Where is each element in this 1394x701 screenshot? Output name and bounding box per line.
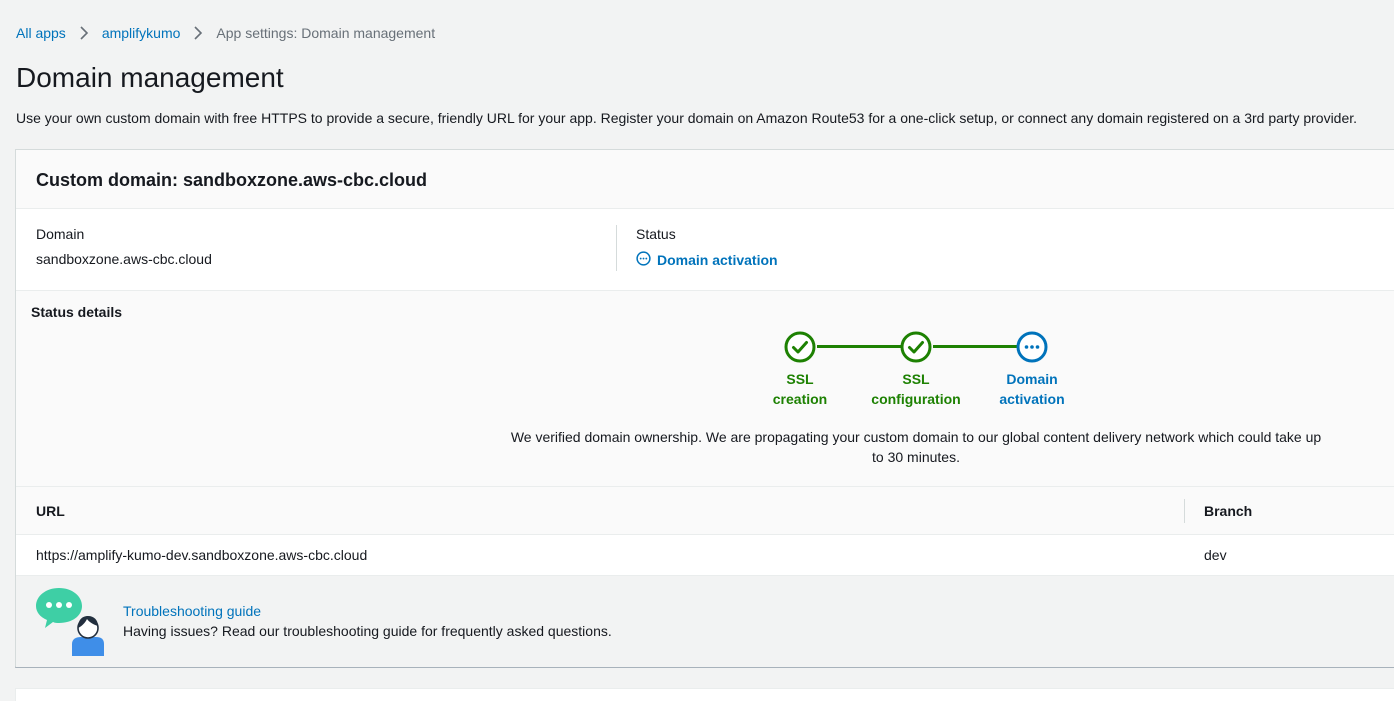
branch-cell: dev [1204, 547, 1227, 563]
domain-field: Domain sandboxzone.aws-cbc.cloud [36, 209, 596, 290]
in-progress-circle-icon [1016, 331, 1048, 363]
domain-value: sandboxzone.aws-cbc.cloud [36, 251, 212, 267]
step-connector [933, 345, 1017, 348]
troubleshooting-panel: Troubleshooting guide Having issues? Rea… [16, 576, 1394, 667]
step-ssl-configuration: SSL configuration [871, 371, 961, 407]
breadcrumb-all-apps[interactable]: All apps [16, 25, 66, 41]
troubleshooting-text: Having issues? Read our troubleshooting … [123, 623, 612, 639]
table-row: https://amplify-kumo-dev.sandboxzone.aws… [16, 535, 1394, 576]
status-link[interactable]: Domain activation [636, 251, 778, 269]
status-field: Status Domain activation [636, 209, 1136, 290]
custom-domain-card: Custom domain: sandboxzone.aws-cbc.cloud… [15, 149, 1394, 668]
column-divider [616, 225, 617, 271]
url-cell: https://amplify-kumo-dev.sandboxzone.aws… [36, 547, 368, 563]
status-message: We verified domain ownership. We are pro… [510, 429, 1322, 465]
column-header-branch[interactable]: Branch [1204, 503, 1252, 519]
custom-domain-title: Custom domain: sandboxzone.aws-cbc.cloud [36, 170, 428, 190]
status-stepper: SSL creation SSL configuration Domain activ… [16, 291, 1394, 411]
step-connector [817, 345, 901, 348]
domain-label: Domain [36, 226, 85, 242]
step-domain-activation: Domain activation [999, 371, 1065, 407]
column-divider [1184, 499, 1185, 523]
card-header: Custom domain: sandboxzone.aws-cbc.cloud [16, 150, 1394, 209]
check-circle-icon [900, 331, 932, 363]
page-description: Use your own custom domain with free HTT… [16, 110, 1358, 126]
status-label: Status [636, 226, 676, 242]
chevron-right-icon [66, 26, 102, 40]
breadcrumb: All apps amplifykumo App settings: Domai… [16, 25, 435, 41]
troubleshooting-guide-link[interactable]: Troubleshooting guide [123, 603, 261, 619]
status-value: Domain activation [657, 252, 778, 268]
status-details: Status details SSL creation SSL configurat… [16, 290, 1394, 486]
step-ssl-creation: SSL creation [772, 371, 828, 407]
next-card [15, 688, 1394, 701]
breadcrumb-app[interactable]: amplifykumo [102, 25, 181, 41]
in-progress-icon [636, 251, 651, 269]
chevron-right-icon [180, 26, 216, 40]
breadcrumb-current: App settings: Domain management [216, 25, 436, 41]
table-header: URL Branch [16, 486, 1394, 535]
support-chat-icon [34, 586, 108, 658]
page-title: Domain management [16, 62, 284, 93]
column-header-url[interactable]: URL [36, 503, 65, 519]
check-circle-icon [784, 331, 816, 363]
